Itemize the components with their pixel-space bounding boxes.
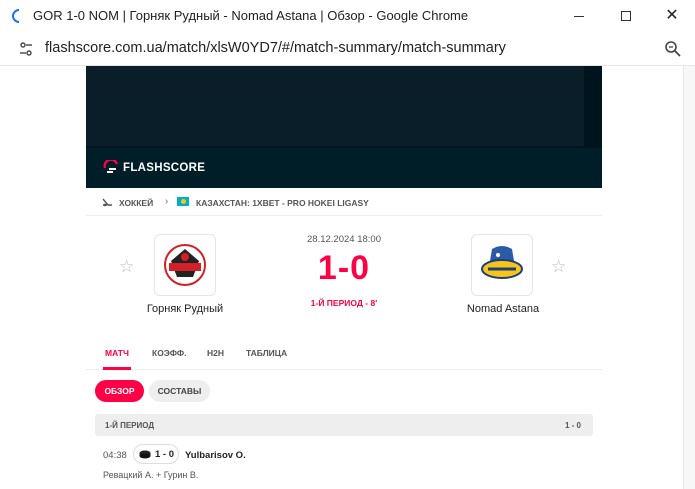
scrollbar[interactable] xyxy=(683,66,695,489)
match-page: FLASHSCORE ХОККЕЙ › КАЗАХСТАН: 1XBET - P… xyxy=(86,66,602,489)
goal-badge: 1 - 0 xyxy=(133,444,179,464)
close-button[interactable]: ✕ xyxy=(649,0,695,32)
address-bar[interactable]: flashscore.com.ua/match/xlsW0YD7/#/match… xyxy=(0,32,695,66)
tab-h2h[interactable]: H2H xyxy=(207,348,224,358)
subtab-summary[interactable]: ОБЗОР xyxy=(95,380,144,402)
active-tab-indicator xyxy=(103,367,131,370)
zoom-icon[interactable] xyxy=(664,40,682,58)
breadcrumb-sport[interactable]: ХОККЕЙ xyxy=(119,198,153,208)
match-date: 28.12.2024 18:00 xyxy=(307,234,381,245)
close-icon: ✕ xyxy=(665,7,679,24)
site-info-icon[interactable] xyxy=(17,40,35,58)
favorite-away-star-icon[interactable]: ☆ xyxy=(551,257,566,277)
event-score: 1 - 0 xyxy=(155,449,175,460)
window-titlebar: GOR 1-0 NOM | Горняк Рудный - Nomad Asta… xyxy=(0,0,695,32)
nomad-logo-icon xyxy=(481,246,523,279)
event-time: 04:38 xyxy=(103,450,127,461)
favorite-home-star-icon[interactable]: ☆ xyxy=(119,257,134,277)
period-header: 1-Й ПЕРИОД 1 - 0 xyxy=(95,414,593,436)
window-title: GOR 1-0 NOM | Горняк Рудный - Nomad Asta… xyxy=(33,8,469,23)
minimize-icon xyxy=(574,15,584,17)
home-team-logo[interactable] xyxy=(154,234,216,296)
brand-header: FLASHSCORE xyxy=(86,148,602,188)
maximize-icon xyxy=(621,11,631,21)
minimize-button[interactable] xyxy=(556,0,602,32)
breadcrumb-league[interactable]: КАЗАХСТАН: 1XBET - PRO HOKEI LIGASY xyxy=(196,198,369,208)
subtab-lineups[interactable]: СОСТАВЫ xyxy=(149,380,210,402)
kazakhstan-flag-icon xyxy=(177,197,189,206)
period-title: 1-Й ПЕРИОД xyxy=(105,421,155,430)
page-viewport: FLASHSCORE ХОККЕЙ › КАЗАХСТАН: 1XBET - P… xyxy=(0,66,695,489)
match-tabs: МАТЧ КОЭФФ. H2H ТАБЛИЦА xyxy=(86,342,602,370)
match-score: 1-0 xyxy=(317,249,371,287)
chevron-right-icon: › xyxy=(165,196,169,207)
tab-match[interactable]: МАТЧ xyxy=(105,348,129,358)
match-status: 1-Й ПЕРИОД - 8' xyxy=(310,298,378,308)
maximize-button[interactable] xyxy=(603,0,649,32)
brand-name[interactable]: FLASHSCORE xyxy=(123,162,205,174)
breadcrumb: ХОККЕЙ › КАЗАХСТАН: 1XBET - PRO HOKEI LI… xyxy=(86,188,602,216)
puck-icon xyxy=(139,450,151,459)
gornyak-logo-icon xyxy=(164,244,206,286)
tab-odds[interactable]: КОЭФФ. xyxy=(152,348,187,358)
loading-spinner-icon xyxy=(9,6,29,26)
goal-assists: Ревацкий А. + Гурин В. xyxy=(103,470,199,480)
hockey-icon xyxy=(102,198,112,207)
tab-standings[interactable]: ТАБЛИЦА xyxy=(246,348,287,358)
banner-area xyxy=(86,66,584,146)
away-team-name[interactable]: Nomad Astana xyxy=(433,303,573,315)
flashscore-logo-icon xyxy=(103,160,119,173)
away-team-logo[interactable] xyxy=(471,234,533,296)
goal-scorer[interactable]: Yulbarisov O. xyxy=(185,450,246,461)
home-team-name[interactable]: Горняк Рудный xyxy=(115,303,255,315)
period-score: 1 - 0 xyxy=(564,421,581,430)
url-text[interactable]: flashscore.com.ua/match/xlsW0YD7/#/match… xyxy=(45,40,506,56)
